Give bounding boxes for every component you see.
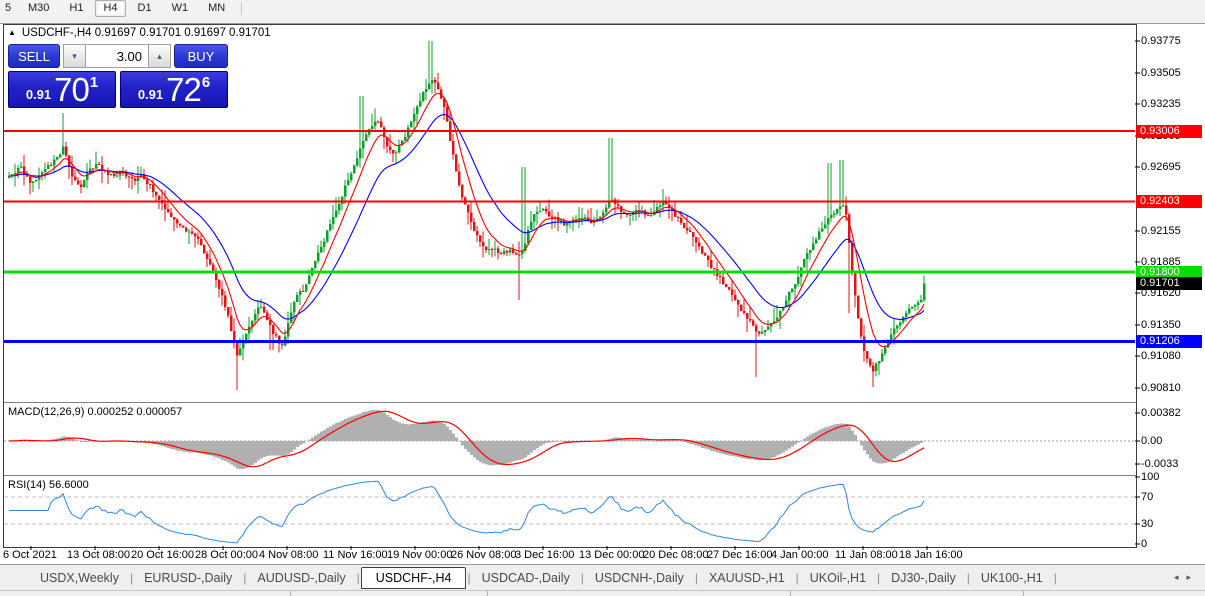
price-tick-label: 0.93775 [1141,35,1181,47]
arrow-left-icon[interactable]: ◂ [1174,572,1187,582]
macd-axis-label: -0.0033 [1141,458,1178,470]
rsi-label: RSI(14) 56.6000 [8,479,89,491]
time-tick-label: 13 Oct 08:00 [67,549,130,561]
macd-axis-label: 0.00382 [1141,407,1181,419]
panel-splitter-rsi[interactable] [4,475,1136,476]
price-tick-label: 0.93235 [1141,98,1181,110]
time-tick-label: 11 Jan 08:00 [835,549,898,561]
volume-increase-button[interactable]: ▴ [148,44,171,68]
tab-separator: | [467,571,470,585]
bid-price-big: 70 [54,71,89,108]
chart-tab-bar: USDX,Weekly|EURUSD-,Daily|AUDUSD-,Daily|… [0,564,1205,590]
chevron-up-icon: ▴ [157,51,162,62]
mt4-window: 5M30H1H4 D1W1MN ▲ USDCHF-,H4 0.91697 0.91… [0,0,1205,596]
time-tick-label: 20 Dec 08:00 [643,549,708,561]
tab-separator: | [796,571,799,585]
tab-separator: | [581,571,584,585]
status-bar [0,590,1205,596]
time-tick-label: 19 Nov 00:00 [387,549,452,561]
ask-price-box[interactable]: 0.91 72 6 [120,71,228,108]
timeframe-5[interactable]: 5 [2,0,16,17]
ask-price-big: 72 [166,71,201,108]
timeframe-MN[interactable]: MN [200,0,233,17]
statusbar-separator [1023,591,1024,596]
rsi-axis-label: 0 [1141,538,1147,550]
tab-separator: | [243,571,246,585]
time-tick-label: 4 Jan 00:00 [771,549,829,561]
tab-separator: | [1054,571,1057,585]
tab-scroll-arrows[interactable]: ◂▸ [1174,572,1199,583]
rsi-axis-label: 100 [1141,471,1159,483]
chart-tab-eurusd-daily[interactable]: EURUSD-,Daily [134,568,242,588]
rsi-axis-label: 70 [1141,491,1153,503]
price-tick-label: 0.93505 [1141,67,1181,79]
price-tick-label: 0.90810 [1141,382,1181,394]
tab-separator: | [695,571,698,585]
bid-price-box[interactable]: 0.91 70 1 [8,71,116,108]
one-click-trade-panel: SELL ▾ 3.00 ▴ BUY 0.91 70 1 0.91 72 6 [8,44,228,108]
hline-price-badge: 0.91206 [1136,335,1202,348]
hline-price-badge: 0.93006 [1136,125,1202,138]
time-tick-label: 4 Nov 08:00 [259,549,318,561]
bid-price-pip: 1 [90,74,98,91]
chart-tab-uk100-h1[interactable]: UK100-,H1 [971,568,1053,588]
chart-title: ▲ USDCHF-,H4 0.91697 0.91701 0.91697 0.9… [8,27,271,39]
statusbar-separator [290,591,291,596]
time-tick-label: 6 Oct 2021 [3,549,57,561]
chart-tab-usdcad-daily[interactable]: USDCAD-,Daily [472,568,580,588]
bid-price-small: 0.91 [26,87,51,102]
ask-price-small: 0.91 [138,87,163,102]
time-tick-label: 26 Nov 08:00 [451,549,516,561]
time-tick-label: 3 Dec 16:00 [515,549,574,561]
volume-decrease-button[interactable]: ▾ [63,44,86,68]
ask-price-pip: 6 [202,74,210,91]
chart-title-text: USDCHF-,H4 0.91697 0.91701 0.91697 0.917… [22,27,271,39]
tab-separator: | [130,571,133,585]
sell-button[interactable]: SELL [8,44,60,68]
chart-tab-ukoil-h1[interactable]: UKOil-,H1 [800,568,876,588]
timeframe-toolbar: 5M30H1H4 D1W1MN [0,0,1205,17]
macd-axis-label: 0.00 [1141,435,1162,447]
panel-splitter-macd[interactable] [4,402,1136,403]
timeframe-W1[interactable]: W1 [164,0,197,17]
chart-tab-xauusd-h1[interactable]: XAUUSD-,H1 [699,568,795,588]
toolbar-separator [241,2,242,15]
price-tick-label: 0.92155 [1141,225,1181,237]
price-tick-label: 0.91080 [1141,350,1181,362]
macd-label: MACD(12,26,9) 0.000252 0.000057 [8,406,182,418]
tab-separator: | [877,571,880,585]
toolbar-edge [0,17,1205,24]
tab-separator: | [967,571,970,585]
collapse-quotes-icon[interactable]: ▲ [8,28,16,37]
price-tick-label: 0.92695 [1141,161,1181,173]
timeframe-D1[interactable]: D1 [130,0,160,17]
chart-tab-usdx-weekly[interactable]: USDX,Weekly [30,568,129,588]
chart-tab-dj30-daily[interactable]: DJ30-,Daily [881,568,966,588]
time-tick-label: 11 Nov 16:00 [323,549,388,561]
chevron-down-icon: ▾ [72,51,77,62]
time-tick-label: 13 Dec 00:00 [579,549,644,561]
hline-price-badge: 0.92403 [1136,195,1202,208]
current-price-badge: 0.91701 [1136,277,1202,290]
buy-button[interactable]: BUY [174,44,228,68]
time-tick-label: 20 Oct 16:00 [131,549,194,561]
chart-tab-usdchf-h4[interactable]: USDCHF-,H4 [361,567,467,589]
time-tick-label: 18 Jan 16:00 [899,549,963,561]
tab-separator: | [357,571,360,585]
time-tick-label: 27 Dec 16:00 [707,549,772,561]
statusbar-separator [487,591,488,596]
timeframe-H1[interactable]: H1 [61,0,91,17]
statusbar-separator [790,591,791,596]
chart-tab-usdcnh-daily[interactable]: USDCNH-,Daily [585,568,694,588]
time-tick-label: 28 Oct 00:00 [195,549,258,561]
timeframe-H4[interactable]: H4 [95,0,125,17]
chart-tab-audusd-daily[interactable]: AUDUSD-,Daily [247,568,355,588]
rsi-axis-label: 30 [1141,518,1153,530]
arrow-right-icon[interactable]: ▸ [1186,572,1199,582]
volume-input[interactable]: 3.00 [86,44,148,68]
price-tick-label: 0.91350 [1141,319,1181,331]
timeframe-M30[interactable]: M30 [20,0,57,17]
